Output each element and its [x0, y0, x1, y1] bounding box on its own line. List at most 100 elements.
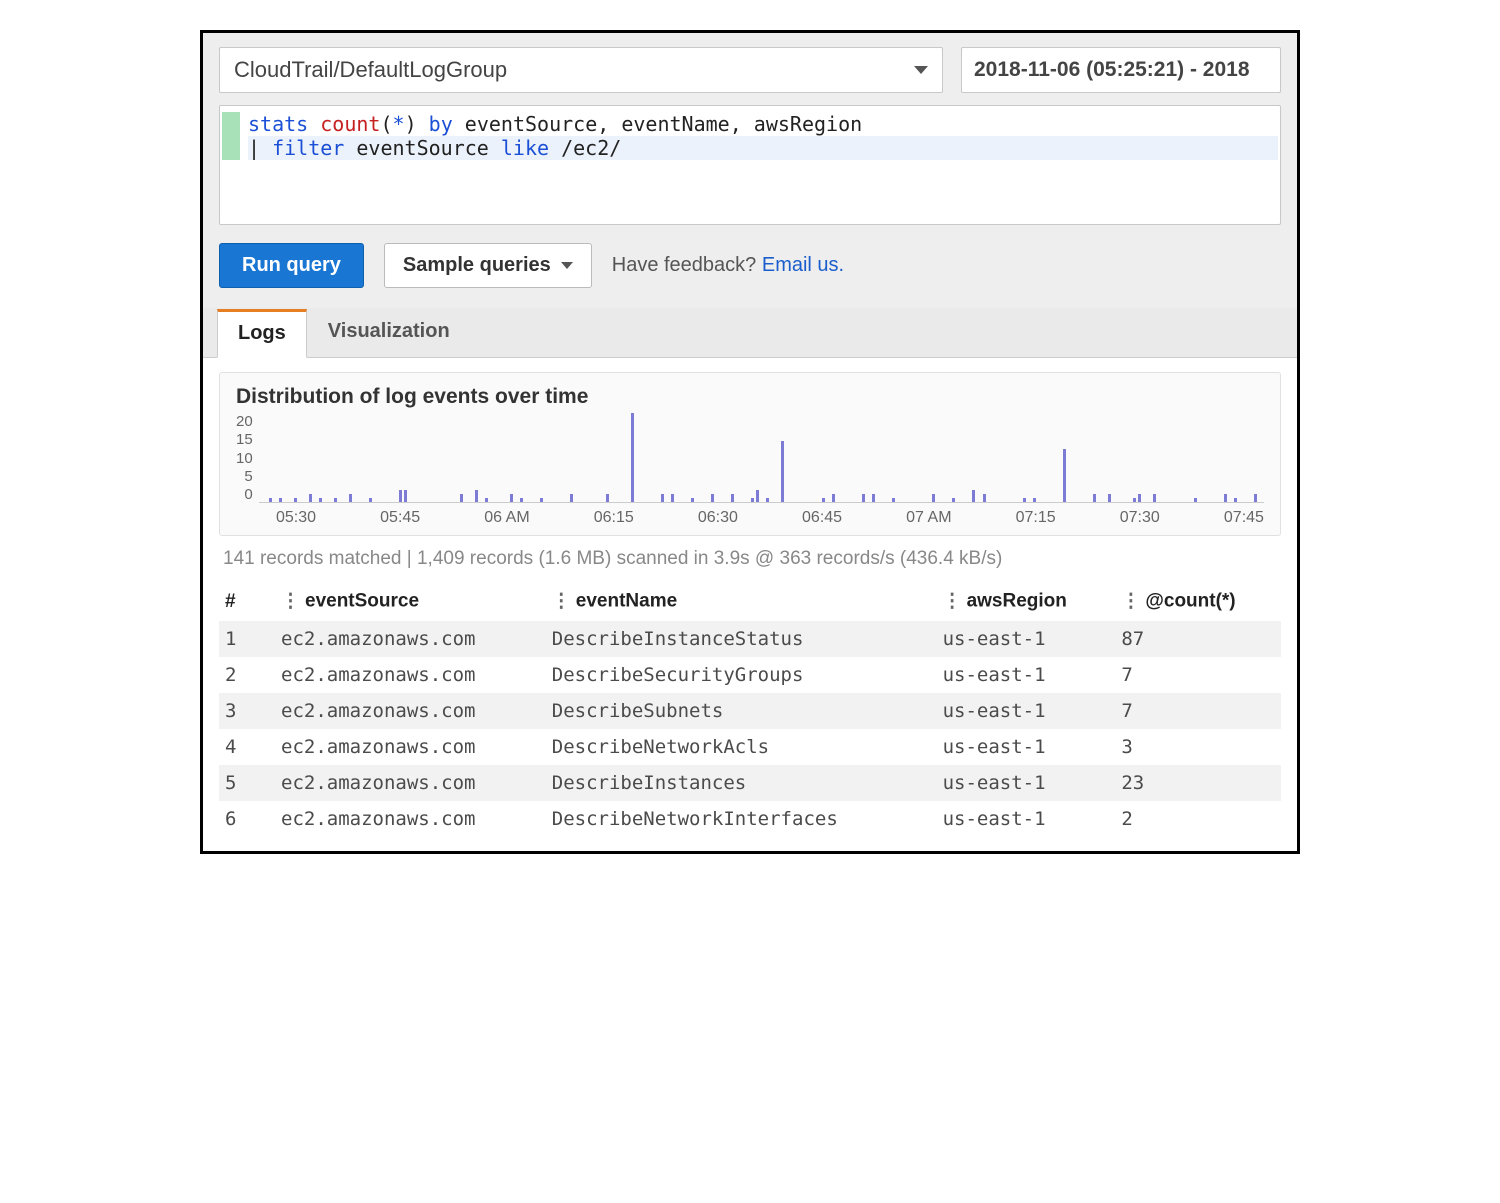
chart-bar[interactable] — [1153, 494, 1156, 502]
column-menu-icon[interactable]: ⋮ — [943, 590, 961, 613]
chart-bar[interactable] — [606, 494, 609, 502]
chart-bar[interactable] — [269, 498, 272, 502]
chart-bar[interactable] — [671, 494, 674, 502]
table-row[interactable]: 5ec2.amazonaws.comDescribeInstancesus-ea… — [219, 765, 1281, 801]
chart-bar[interactable] — [822, 498, 825, 502]
chart-bar[interactable] — [485, 498, 488, 502]
chart-bar[interactable] — [983, 494, 986, 502]
results-tabbar: Logs Visualization — [203, 308, 1297, 358]
run-query-button[interactable]: Run query — [219, 243, 364, 288]
table-cell: ec2.amazonaws.com — [275, 621, 546, 657]
chart-bar[interactable] — [1108, 494, 1111, 502]
chart-bar[interactable] — [972, 490, 975, 502]
tab-visualization[interactable]: Visualization — [307, 309, 471, 358]
chart-bar[interactable] — [691, 498, 694, 502]
table-row[interactable]: 1ec2.amazonaws.comDescribeInstanceStatus… — [219, 621, 1281, 657]
column-header[interactable]: ⋮awsRegion — [937, 582, 1116, 621]
chart-bar[interactable] — [540, 498, 543, 502]
chart-bar[interactable] — [349, 494, 352, 502]
chevron-down-icon — [561, 262, 573, 269]
chart-bar[interactable] — [1063, 449, 1066, 502]
table-cell: DescribeSecurityGroups — [546, 657, 937, 693]
chart-bar[interactable] — [832, 494, 835, 502]
chart-bar[interactable] — [279, 498, 282, 502]
column-menu-icon[interactable]: ⋮ — [552, 590, 570, 613]
table-cell: ec2.amazonaws.com — [275, 729, 546, 765]
table-cell: DescribeInstances — [546, 765, 937, 801]
column-header[interactable]: ⋮eventName — [546, 582, 937, 621]
chart-bar[interactable] — [1023, 498, 1026, 502]
log-group-value: CloudTrail/DefaultLogGroup — [234, 57, 507, 83]
feedback-link[interactable]: Email us. — [762, 254, 844, 276]
table-cell: 7 — [1115, 657, 1281, 693]
chart-bar[interactable] — [369, 498, 372, 502]
column-header[interactable]: # — [219, 582, 275, 621]
chart-bar[interactable] — [334, 498, 337, 502]
table-row[interactable]: 4ec2.amazonaws.comDescribeNetworkAclsus-… — [219, 729, 1281, 765]
chart-bar[interactable] — [1234, 498, 1237, 502]
chart-bar[interactable] — [892, 498, 895, 502]
chart-bar[interactable] — [309, 494, 312, 502]
table-header-row: #⋮eventSource⋮eventName⋮awsRegion⋮@count… — [219, 582, 1281, 621]
app-frame: CloudTrail/DefaultLogGroup 2018-11-06 (0… — [200, 30, 1300, 854]
date-range-picker[interactable]: 2018-11-06 (05:25:21) - 2018 — [961, 47, 1281, 93]
chart-bar[interactable] — [510, 494, 513, 502]
chart-bar[interactable] — [475, 490, 478, 502]
chart-bar[interactable] — [862, 494, 865, 502]
chart-bar[interactable] — [1194, 498, 1197, 502]
column-menu-icon[interactable]: ⋮ — [1121, 590, 1139, 613]
query-editor[interactable]: stats count(*) by eventSource, eventName… — [219, 105, 1281, 225]
log-group-dropdown[interactable]: CloudTrail/DefaultLogGroup — [219, 47, 943, 93]
chart-bar[interactable] — [661, 494, 664, 502]
results-table: #⋮eventSource⋮eventName⋮awsRegion⋮@count… — [219, 582, 1281, 837]
chart-bar[interactable] — [751, 498, 754, 502]
chart-bar[interactable] — [294, 498, 297, 502]
table-cell: ec2.amazonaws.com — [275, 657, 546, 693]
chart-bar[interactable] — [1224, 494, 1227, 502]
chart-bar[interactable] — [1093, 494, 1096, 502]
chart-bar[interactable] — [1033, 498, 1036, 502]
chart-bar[interactable] — [631, 413, 634, 502]
sample-queries-dropdown[interactable]: Sample queries — [384, 243, 592, 288]
chart-plot[interactable] — [259, 413, 1264, 503]
chart-bar[interactable] — [756, 490, 759, 502]
chart-bar[interactable] — [399, 490, 402, 502]
table-cell: us-east-1 — [937, 621, 1116, 657]
chart-bar[interactable] — [1133, 498, 1136, 502]
chart-title: Distribution of log events over time — [236, 385, 1264, 409]
chevron-down-icon — [914, 66, 928, 74]
table-cell: 2 — [1115, 801, 1281, 837]
chart-bar[interactable] — [404, 490, 407, 502]
chart-bar[interactable] — [731, 494, 734, 502]
table-row[interactable]: 2ec2.amazonaws.comDescribeSecurityGroups… — [219, 657, 1281, 693]
chart-bar[interactable] — [1138, 494, 1141, 502]
table-cell: 1 — [219, 621, 275, 657]
column-header[interactable]: ⋮eventSource — [275, 582, 546, 621]
chart-bar[interactable] — [711, 494, 714, 502]
table-cell: DescribeInstanceStatus — [546, 621, 937, 657]
date-range-value: 2018-11-06 (05:25:21) - 2018 — [974, 58, 1250, 82]
table-cell: 5 — [219, 765, 275, 801]
chart-bar[interactable] — [781, 441, 784, 502]
results-pane: Distribution of log events over time 201… — [203, 358, 1297, 851]
tab-logs[interactable]: Logs — [217, 309, 307, 358]
chart-bar[interactable] — [520, 498, 523, 502]
column-header[interactable]: ⋮@count(*) — [1115, 582, 1281, 621]
chart-bar[interactable] — [766, 498, 769, 502]
table-cell: 4 — [219, 729, 275, 765]
chart-bar[interactable] — [932, 494, 935, 502]
table-row[interactable]: 3ec2.amazonaws.comDescribeSubnetsus-east… — [219, 693, 1281, 729]
chart-bar[interactable] — [952, 498, 955, 502]
chart-bar[interactable] — [460, 494, 463, 502]
column-menu-icon[interactable]: ⋮ — [281, 590, 299, 613]
table-cell: 23 — [1115, 765, 1281, 801]
chart-bar[interactable] — [319, 498, 322, 502]
chart-bar[interactable] — [1254, 494, 1257, 502]
chart-bar[interactable] — [872, 494, 875, 502]
table-row[interactable]: 6ec2.amazonaws.comDescribeNetworkInterfa… — [219, 801, 1281, 837]
table-cell: us-east-1 — [937, 765, 1116, 801]
chart-xaxis: 05:3005:4506 AM06:1506:3006:4507 AM07:15… — [236, 503, 1264, 527]
table-cell: 2 — [219, 657, 275, 693]
action-bar: Run query Sample queries Have feedback? … — [219, 225, 1281, 308]
chart-bar[interactable] — [570, 494, 573, 502]
